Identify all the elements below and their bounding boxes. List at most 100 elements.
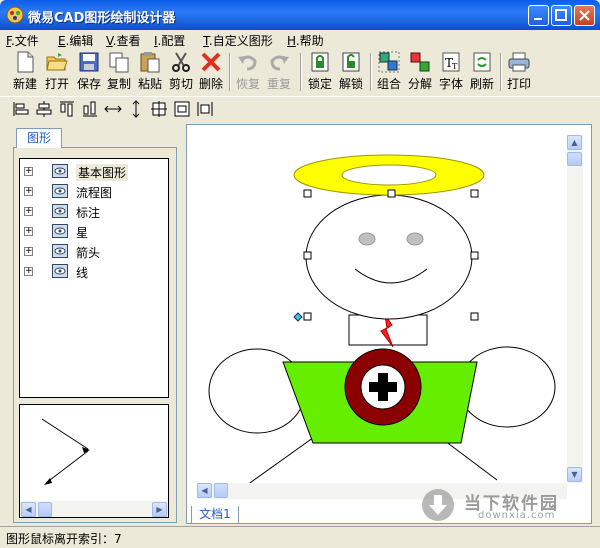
- vertical-scroll-thumb[interactable]: [567, 152, 582, 166]
- watermark-logo: 当下软件园 downxia.com: [420, 487, 590, 523]
- menu-view[interactable]: V.查看: [106, 32, 141, 49]
- center-vertical-icon[interactable]: [173, 100, 191, 118]
- tree-item-annotation[interactable]: + 标注: [24, 203, 164, 221]
- halo-inner[interactable]: [341, 164, 437, 186]
- menu-file-label: .文件: [10, 34, 39, 48]
- same-size-icon[interactable]: [150, 100, 168, 118]
- open-button[interactable]: 打开: [42, 49, 72, 93]
- paste-label: 粘贴: [137, 77, 162, 91]
- save-button[interactable]: 保存: [74, 49, 104, 93]
- head-ellipse[interactable]: [305, 194, 473, 320]
- menu-help[interactable]: H.帮助: [287, 32, 324, 49]
- paste-button[interactable]: 粘贴: [135, 49, 165, 93]
- scroll-right-icon[interactable]: ▶: [152, 502, 167, 517]
- minimize-icon: [534, 18, 542, 20]
- lock-button[interactable]: 锁定: [305, 49, 335, 93]
- scroll-left-icon[interactable]: ◀: [197, 483, 212, 498]
- align-center-horizontal-icon[interactable]: [35, 100, 53, 118]
- scroll-down-icon[interactable]: ▼: [567, 467, 582, 482]
- tree-item-arrow[interactable]: + 箭头: [24, 243, 164, 261]
- tab-shapes[interactable]: 图形: [16, 128, 62, 148]
- group-icon: [378, 51, 400, 73]
- watermark-url: downxia.com: [478, 510, 556, 521]
- tree-item-flowchart[interactable]: + 流程图: [24, 183, 164, 201]
- minimize-button[interactable]: [528, 5, 549, 26]
- menu-view-label: .查看: [112, 34, 141, 48]
- ungroup-icon: [410, 52, 430, 72]
- group-button[interactable]: 组合: [374, 49, 404, 93]
- tree-item-label: 流程图: [76, 186, 113, 200]
- same-width-icon[interactable]: [104, 100, 122, 118]
- tab-document1[interactable]: 文档1: [191, 506, 239, 524]
- align-left-icon[interactable]: [12, 100, 30, 118]
- refresh-button[interactable]: 刷新: [467, 49, 497, 93]
- expand-icon[interactable]: +: [24, 187, 33, 196]
- tree-item-label: 线: [76, 266, 89, 280]
- menu-help-key: H: [287, 34, 296, 48]
- toolbar-separator: [300, 53, 302, 91]
- tree-item-basic-shapes[interactable]: + 基本图形: [24, 163, 164, 181]
- undo-button[interactable]: 恢复: [233, 49, 263, 93]
- menu-config[interactable]: I.配置: [154, 32, 185, 49]
- menu-edit-key: E: [58, 34, 66, 48]
- download-icon: [422, 489, 454, 521]
- right-eye[interactable]: [406, 232, 424, 246]
- expand-icon[interactable]: +: [24, 167, 33, 176]
- printer-icon: [508, 52, 530, 72]
- align-top-icon[interactable]: [58, 100, 76, 118]
- redo-arrow-icon: [270, 55, 289, 71]
- maximize-button[interactable]: [551, 5, 572, 26]
- paste-clipboard-icon: [140, 52, 160, 73]
- tree-item-star[interactable]: + 星: [24, 223, 164, 241]
- close-button[interactable]: [574, 5, 595, 26]
- expand-icon[interactable]: +: [24, 267, 33, 276]
- expand-icon[interactable]: +: [24, 227, 33, 236]
- align-bottom-icon[interactable]: [81, 100, 99, 118]
- menu-custom-shape[interactable]: T.自定义图形: [203, 32, 273, 49]
- print-label: 打印: [506, 77, 531, 91]
- distribute-icon[interactable]: [196, 100, 214, 118]
- unlock-button[interactable]: 解锁: [336, 49, 366, 93]
- copy-button[interactable]: 复制: [104, 49, 134, 93]
- save-disk-icon: [79, 52, 99, 72]
- title-bar[interactable]: 微易CAD图形绘制设计器: [0, 0, 600, 30]
- new-button[interactable]: 新建: [10, 49, 40, 93]
- cut-button[interactable]: 剪切: [166, 49, 196, 93]
- menu-help-label: .帮助: [295, 34, 324, 48]
- menu-edit[interactable]: E.编辑: [58, 32, 93, 49]
- drawing-canvas[interactable]: ▲ ▼ ◀: [186, 124, 592, 524]
- right-arm-ellipse[interactable]: [458, 346, 556, 428]
- lock-label: 锁定: [307, 77, 332, 91]
- expand-icon[interactable]: +: [24, 247, 33, 256]
- open-label: 打开: [44, 77, 69, 91]
- same-height-icon[interactable]: [127, 100, 145, 118]
- canvas-vertical-scrollbar[interactable]: ▲ ▼: [567, 135, 583, 483]
- folder-eye-icon: [52, 224, 68, 238]
- tree-item-line[interactable]: + 线: [24, 263, 164, 281]
- main-toolbar: 新建 打开 保存 复制 粘贴 剪切 删除 恢复 重复 锁定 解锁 组合 分解 T…: [0, 49, 600, 95]
- menu-file[interactable]: F.文件: [6, 32, 39, 49]
- print-button[interactable]: 打印: [504, 49, 534, 93]
- scissors-icon: [172, 52, 190, 72]
- rotate-handle[interactable]: [293, 312, 303, 322]
- scroll-up-icon[interactable]: ▲: [567, 135, 582, 150]
- preview-scrollbar[interactable]: ◀ ▶: [20, 501, 168, 517]
- left-eye[interactable]: [358, 232, 376, 246]
- scroll-left-icon[interactable]: ◀: [21, 502, 36, 517]
- folder-eye-icon: [52, 164, 68, 178]
- scroll-thumb[interactable]: [38, 502, 52, 517]
- delete-button[interactable]: 删除: [196, 49, 226, 93]
- menu-custom-shape-label: .自定义图形: [208, 34, 273, 48]
- redo-button[interactable]: 重复: [264, 49, 294, 93]
- maximize-icon: [555, 9, 567, 21]
- expand-icon[interactable]: +: [24, 207, 33, 216]
- tree-item-label: 基本图形: [76, 164, 129, 181]
- horizontal-scroll-thumb[interactable]: [214, 483, 228, 498]
- font-button[interactable]: TT 字体: [436, 49, 466, 93]
- toolbar-separator: [500, 53, 502, 91]
- ungroup-button[interactable]: 分解: [405, 49, 435, 93]
- left-leg-line[interactable]: [246, 434, 318, 486]
- undo-arrow-icon: [238, 55, 257, 71]
- canvas-drawing[interactable]: [187, 125, 591, 523]
- redo-label: 重复: [266, 77, 291, 91]
